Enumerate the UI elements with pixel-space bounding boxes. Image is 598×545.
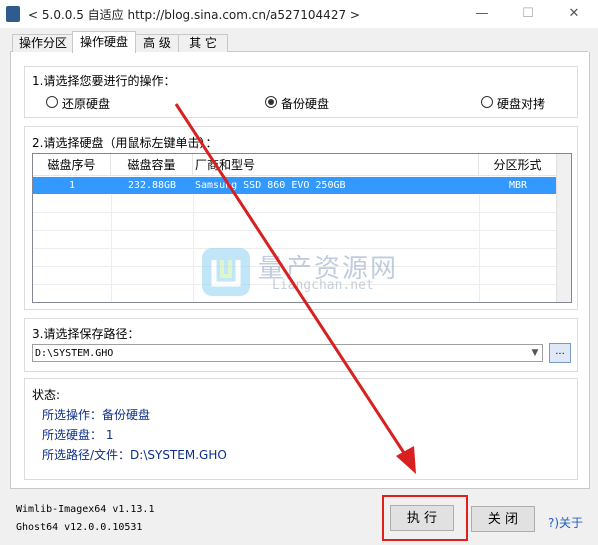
annotation-arrow (174, 103, 416, 474)
annotation-highlight-box (382, 495, 468, 541)
arrow-head-icon (396, 446, 416, 474)
tab-disk[interactable]: 操作硬盘 (72, 31, 136, 53)
